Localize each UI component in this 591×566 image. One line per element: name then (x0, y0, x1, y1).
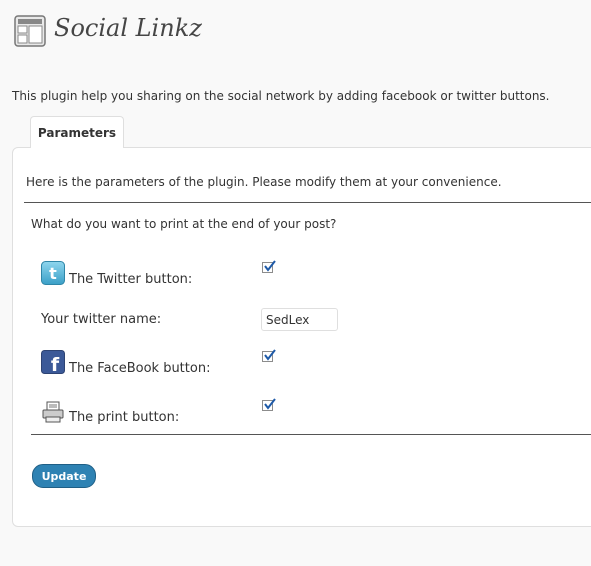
divider (31, 434, 591, 435)
panel-question: What do you want to print at the end of … (31, 217, 337, 231)
plugin-intro: This plugin help you sharing on the soci… (12, 89, 550, 103)
svg-text:f: f (51, 354, 60, 374)
facebook-icon: f (41, 350, 65, 374)
facebook-label: The FaceBook button: (69, 361, 211, 376)
settings-page-icon (14, 15, 46, 47)
panel-description: Here is the parameters of the plugin. Pl… (26, 175, 502, 189)
page-title: Social Linkz (54, 14, 202, 42)
twitter-icon: t (41, 261, 65, 285)
print-checkbox[interactable] (262, 398, 276, 411)
twitter-label: The Twitter button: (69, 272, 193, 287)
facebook-checkbox[interactable] (262, 349, 276, 362)
parameters-panel (12, 147, 591, 527)
divider (24, 202, 591, 203)
svg-text:t: t (49, 264, 57, 283)
print-label: The print button: (69, 410, 180, 425)
twitter-name-input[interactable] (261, 308, 338, 331)
twitter-name-label: Your twitter name: (41, 312, 162, 327)
update-button[interactable]: Update (32, 464, 96, 488)
printer-icon (42, 401, 64, 423)
twitter-checkbox[interactable] (262, 260, 276, 273)
tab-parameters[interactable]: Parameters (30, 116, 124, 148)
